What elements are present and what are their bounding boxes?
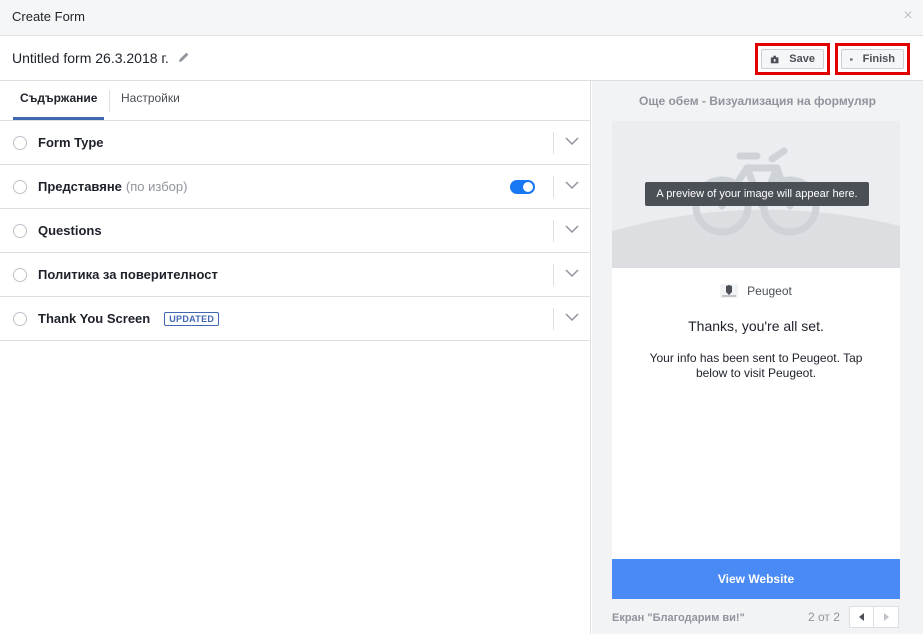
form-name-bar: Untitled form 26.3.2018 г. Save Finish <box>0 36 923 81</box>
chevron-right-icon <box>884 613 889 621</box>
section-status-radio <box>13 180 27 194</box>
section-status-radio <box>13 136 27 150</box>
preview-page-count: 2 от 2 <box>808 610 840 624</box>
section-label: Form Type <box>38 135 104 150</box>
dialog-titlebar: Create Form × <box>0 0 923 36</box>
chevron-down-icon[interactable] <box>565 268 579 278</box>
chevron-down-icon[interactable] <box>565 312 579 322</box>
section-label: Questions <box>38 223 102 238</box>
form-editor-pane: Съдържание Настройки Form Type Представя… <box>0 81 591 634</box>
section-label: Политика за поверителност <box>38 267 218 282</box>
section-label: Thank You Screen UPDATED <box>38 311 220 326</box>
preview-screen-label: Екран "Благодарим ви!" <box>612 612 745 624</box>
section-status-radio <box>13 224 27 238</box>
updated-badge: UPDATED <box>164 312 220 326</box>
preview-card: A preview of your image will appear here… <box>612 121 900 599</box>
thanks-description: Your info has been sent to Peugeot. Tap … <box>649 351 863 380</box>
dialog-title: Create Form <box>12 9 85 24</box>
finish-icon <box>850 57 853 61</box>
tab-content[interactable]: Съдържание <box>13 81 105 120</box>
chevron-down-icon[interactable] <box>565 180 579 190</box>
thanks-heading: Thanks, you're all set. <box>688 318 824 334</box>
save-icon <box>770 55 779 63</box>
section-divider <box>553 308 554 330</box>
section-thank-you-screen[interactable]: Thank You Screen UPDATED <box>0 297 590 341</box>
chevron-down-icon[interactable] <box>565 136 579 146</box>
preview-image-placeholder: A preview of your image will appear here… <box>612 121 900 268</box>
form-name: Untitled form 26.3.2018 г. <box>12 50 169 66</box>
chevron-down-icon[interactable] <box>565 224 579 234</box>
section-questions[interactable]: Questions <box>0 209 590 253</box>
section-divider <box>553 220 554 242</box>
editor-tabs: Съдържание Настройки <box>0 81 590 121</box>
section-privacy-policy[interactable]: Политика за поверителност <box>0 253 590 297</box>
optional-hint: (по избор) <box>125 179 188 194</box>
preview-pager <box>849 606 899 628</box>
finish-button[interactable]: Finish <box>841 49 904 69</box>
section-intro[interactable]: Представяне (по избор) <box>0 165 590 209</box>
pencil-icon[interactable] <box>178 51 190 63</box>
finish-button-highlight: Finish <box>835 43 910 75</box>
view-website-button[interactable]: View Website <box>612 559 900 599</box>
section-divider <box>553 132 554 154</box>
section-form-type[interactable]: Form Type <box>0 121 590 165</box>
create-form-dialog: Create Form × Untitled form 26.3.2018 г.… <box>0 0 923 634</box>
finish-button-label: Finish <box>862 53 895 65</box>
brand-row: Peugeot <box>612 284 900 298</box>
tab-divider <box>109 90 110 112</box>
save-button[interactable]: Save <box>761 49 824 69</box>
intro-toggle[interactable] <box>510 180 535 194</box>
save-button-highlight: Save <box>755 43 830 75</box>
section-status-radio <box>13 312 27 326</box>
form-preview-pane: Още обем - Визуализация на формуляр A pr… <box>592 81 923 634</box>
prev-screen-button[interactable] <box>850 607 875 627</box>
toggle-knob <box>523 182 533 192</box>
next-screen-button[interactable] <box>874 607 898 627</box>
peugeot-logo-icon <box>720 284 739 298</box>
tab-settings[interactable]: Настройки <box>114 81 187 121</box>
save-button-label: Save <box>789 53 815 65</box>
section-label: Представяне (по избор) <box>38 179 188 194</box>
close-icon[interactable]: × <box>901 8 915 24</box>
section-status-radio <box>13 268 27 282</box>
chevron-left-icon <box>858 613 864 621</box>
image-preview-tooltip: A preview of your image will appear here… <box>645 182 869 206</box>
section-divider <box>553 176 554 198</box>
section-divider <box>553 264 554 286</box>
brand-name: Peugeot <box>747 284 792 298</box>
preview-title: Още обем - Визуализация на формуляр <box>638 94 877 108</box>
